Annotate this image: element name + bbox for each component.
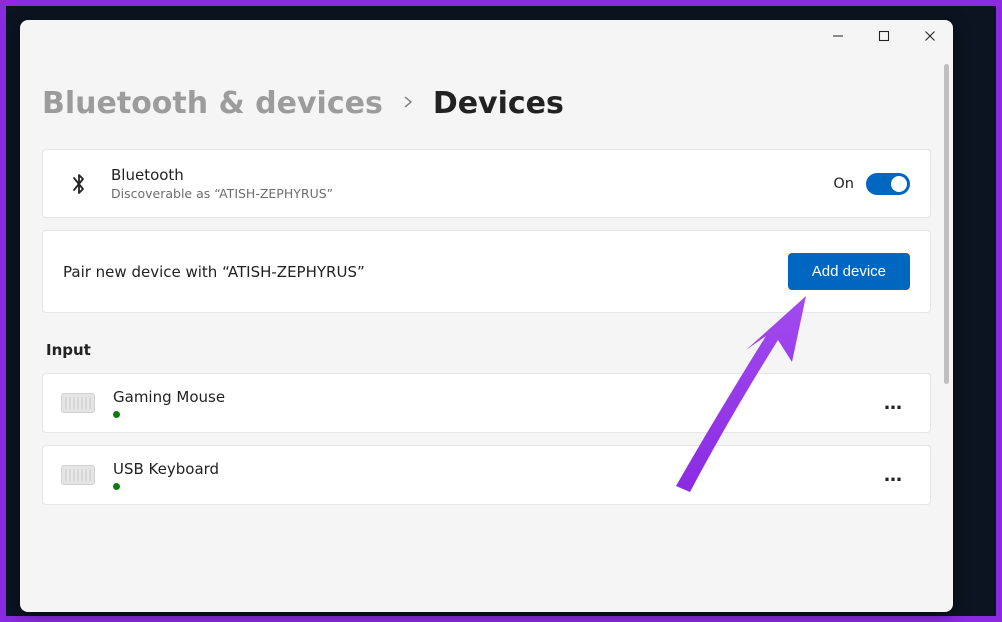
bluetooth-icon [63,171,95,197]
chevron-right-icon [401,94,415,113]
bluetooth-subtitle: Discoverable as “ATISH-ZEPHYRUS” [111,186,833,201]
window-controls [815,20,953,52]
bluetooth-toggle[interactable] [866,173,910,195]
device-name: Gaming Mouse [113,388,878,406]
status-dot-connected [113,411,120,418]
device-row[interactable]: Gaming Mouse … [42,373,931,433]
minimize-button[interactable] [815,20,861,52]
settings-window: Bluetooth & devices Devices Bluetooth [20,20,953,612]
breadcrumb-parent[interactable]: Bluetooth & devices [42,86,383,121]
maximize-button[interactable] [861,20,907,52]
bluetooth-toggle-label: On [833,176,854,192]
keyboard-icon [61,393,95,413]
close-button[interactable] [907,20,953,52]
device-more-button[interactable]: … [878,465,910,486]
pair-device-text: Pair new device with “ATISH-ZEPHYRUS” [63,263,788,281]
section-header-input: Input [46,341,931,359]
device-more-button[interactable]: … [878,393,910,414]
breadcrumb: Bluetooth & devices Devices [42,86,931,121]
annotation-frame: Bluetooth & devices Devices Bluetooth [0,0,1002,622]
add-device-button[interactable]: Add device [788,253,910,290]
device-row[interactable]: USB Keyboard … [42,445,931,505]
window-titlebar [20,20,953,60]
status-dot-connected [113,483,120,490]
breadcrumb-current: Devices [433,86,564,121]
desktop-background: Bluetooth & devices Devices Bluetooth [6,6,996,616]
settings-content: Bluetooth & devices Devices Bluetooth [20,60,953,612]
device-name: USB Keyboard [113,460,878,478]
pair-device-card: Pair new device with “ATISH-ZEPHYRUS” Ad… [42,230,931,313]
keyboard-icon [61,465,95,485]
bluetooth-title: Bluetooth [111,166,833,184]
bluetooth-card: Bluetooth Discoverable as “ATISH-ZEPHYRU… [42,149,931,218]
scrollbar[interactable] [944,64,949,384]
